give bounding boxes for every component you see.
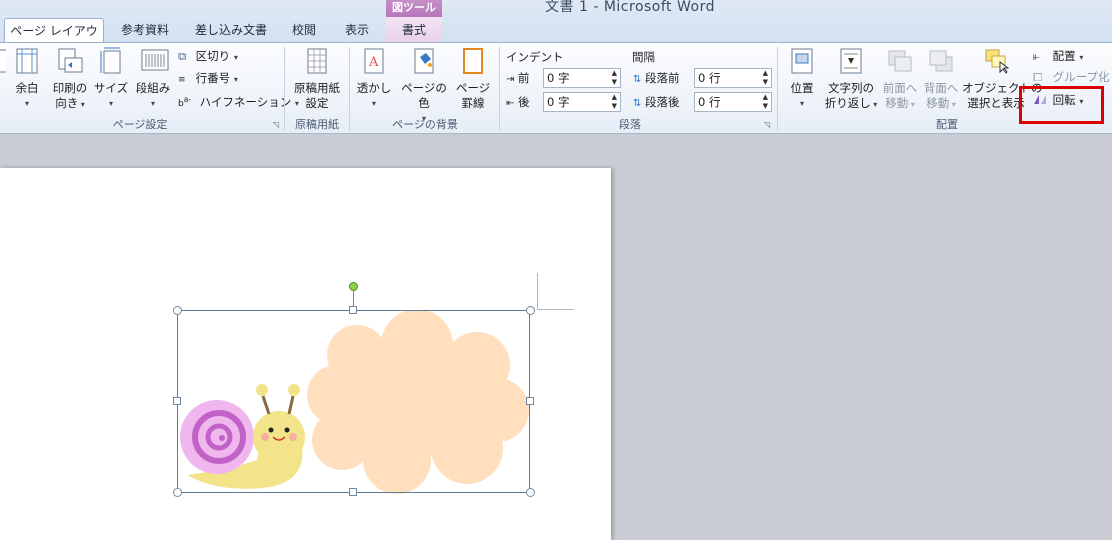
- spin-arrows-icon: ▲ ▼: [762, 69, 768, 86]
- margins-button[interactable]: 余白 ▾: [8, 47, 46, 111]
- margins-icon: [14, 47, 40, 75]
- align-button[interactable]: ⫦ 配置 ▾: [1033, 47, 1083, 67]
- margins-label: 余白: [15, 81, 39, 95]
- resize-handle-top-right[interactable]: [526, 306, 535, 315]
- breaks-icon: ⧉: [178, 49, 187, 63]
- hyphenation-icon: ba-: [178, 95, 192, 109]
- tab-references[interactable]: 参考資料: [110, 18, 180, 42]
- resize-handle-top[interactable]: [349, 306, 357, 314]
- margin-corner-mark: [538, 309, 574, 310]
- manuscript-group-label: 原稿用紙: [295, 118, 339, 131]
- send-backward-button[interactable]: 背面へ 移動 ▾: [921, 47, 961, 112]
- spacing-after-icon: ⇅: [633, 98, 642, 109]
- spin-arrows-icon: ▲ ▼: [762, 93, 768, 110]
- page-setup-launcher-icon[interactable]: ◹: [273, 120, 279, 129]
- spin-arrows-icon: ▲ ▼: [611, 93, 617, 110]
- chevron-down-icon: ▾: [371, 99, 376, 108]
- chevron-down-icon: ▾: [799, 99, 804, 108]
- size-button[interactable]: サイズ ▾: [92, 47, 130, 111]
- picture-tools-context-label: 図ツール: [386, 0, 442, 17]
- indent-right-icon: ⇤: [506, 98, 515, 109]
- line-numbers-button[interactable]: ≡ 行番号 ▾: [178, 69, 238, 89]
- selection-pane-icon: [983, 47, 1010, 75]
- group-icon: ⧠: [1033, 70, 1043, 84]
- chevron-down-icon: ▾: [24, 99, 29, 108]
- watermark-button[interactable]: A 透かし ▾: [354, 47, 394, 111]
- bring-forward-icon: [887, 47, 913, 75]
- wrap-text-button[interactable]: 文字列の 折り返し ▾: [823, 47, 879, 112]
- tab-format[interactable]: 書式: [386, 18, 442, 42]
- tab-page-layout[interactable]: ページ レイアウト: [4, 18, 104, 62]
- indent-left-icon: ⇥: [506, 74, 515, 85]
- chevron-down-icon: ▾: [108, 99, 113, 108]
- position-button[interactable]: 位置 ▾: [784, 47, 820, 111]
- tab-mailings[interactable]: 差し込み文書: [186, 18, 276, 42]
- picture-selection-frame: [177, 310, 530, 493]
- paragraph-launcher-icon[interactable]: ◹: [764, 120, 770, 129]
- hyphenation-button[interactable]: ba- ハイフネーション ▾: [178, 91, 299, 113]
- manuscript-paper-icon: [304, 47, 330, 75]
- spacing-before-icon: ⇅: [633, 74, 642, 85]
- rotation-handle-icon[interactable]: [349, 282, 358, 291]
- resize-handle-right[interactable]: [526, 397, 534, 405]
- indent-header: インデント: [506, 50, 564, 64]
- manuscript-settings-button[interactable]: 原稿用紙 設定: [288, 47, 346, 111]
- chevron-down-icon: ▾: [78, 100, 85, 109]
- resize-handle-bottom[interactable]: [349, 488, 357, 496]
- paragraph-group-label: 段落: [619, 118, 641, 131]
- indent-after-field[interactable]: 0 字 ▲ ▼: [543, 92, 621, 112]
- chevron-down-icon: ▾: [150, 99, 155, 108]
- paint-bucket-icon: [411, 47, 437, 75]
- svg-text:A: A: [368, 55, 379, 70]
- tab-review[interactable]: 校閲: [282, 18, 326, 42]
- page-color-button[interactable]: ページの色 ▾: [396, 47, 452, 126]
- resize-handle-bottom-left[interactable]: [173, 488, 182, 497]
- spacing-after-field[interactable]: 0 行 ▲ ▼: [694, 92, 772, 112]
- indent-before-field[interactable]: 0 字 ▲ ▼: [543, 68, 621, 88]
- columns-icon: [140, 47, 169, 75]
- page-borders-icon: [460, 47, 486, 75]
- text-direction-button[interactable]: [0, 47, 6, 81]
- page-background-group-label: ページの背景: [392, 118, 458, 131]
- page-borders-button[interactable]: ページ 罫線: [454, 47, 492, 111]
- wrap-text-icon: [838, 47, 864, 75]
- position-icon: [789, 47, 815, 75]
- send-backward-icon: [928, 47, 954, 75]
- page-setup-group-label: ページ設定: [112, 118, 168, 131]
- watermark-icon: A: [361, 47, 387, 75]
- resize-handle-left[interactable]: [173, 397, 181, 405]
- window-title: 文書 1 - Microsoft Word: [545, 0, 715, 15]
- orientation-icon: [57, 47, 83, 75]
- resize-handle-top-left[interactable]: [173, 306, 182, 315]
- orientation-button[interactable]: 印刷の 向き ▾: [48, 47, 92, 112]
- ribbon: 余白 ▾ 印刷の 向き ▾ サイズ ▾ 段組み ▾ ⧉ 区切り ▾ ≡ 行番号 …: [0, 42, 1112, 134]
- margin-corner-mark: [537, 273, 538, 310]
- bring-forward-button[interactable]: 前面へ 移動 ▾: [880, 47, 920, 112]
- breaks-button[interactable]: ⧉ 区切り ▾: [178, 47, 238, 67]
- line-numbers-icon: ≡: [178, 75, 186, 85]
- page-size-icon: [98, 47, 124, 75]
- rotate-highlight-box: [1019, 86, 1104, 124]
- tab-view[interactable]: 表示: [334, 18, 380, 42]
- group-objects-button[interactable]: ⧠ グループ化 ▾: [1033, 68, 1112, 88]
- spacing-before-field[interactable]: 0 行 ▲ ▼: [694, 68, 772, 88]
- spin-arrows-icon: ▲ ▼: [611, 69, 617, 86]
- resize-handle-bottom-right[interactable]: [526, 488, 535, 497]
- align-icon: ⫦: [1033, 49, 1040, 63]
- columns-button[interactable]: 段組み ▾: [133, 47, 173, 111]
- spacing-header: 間隔: [632, 50, 655, 64]
